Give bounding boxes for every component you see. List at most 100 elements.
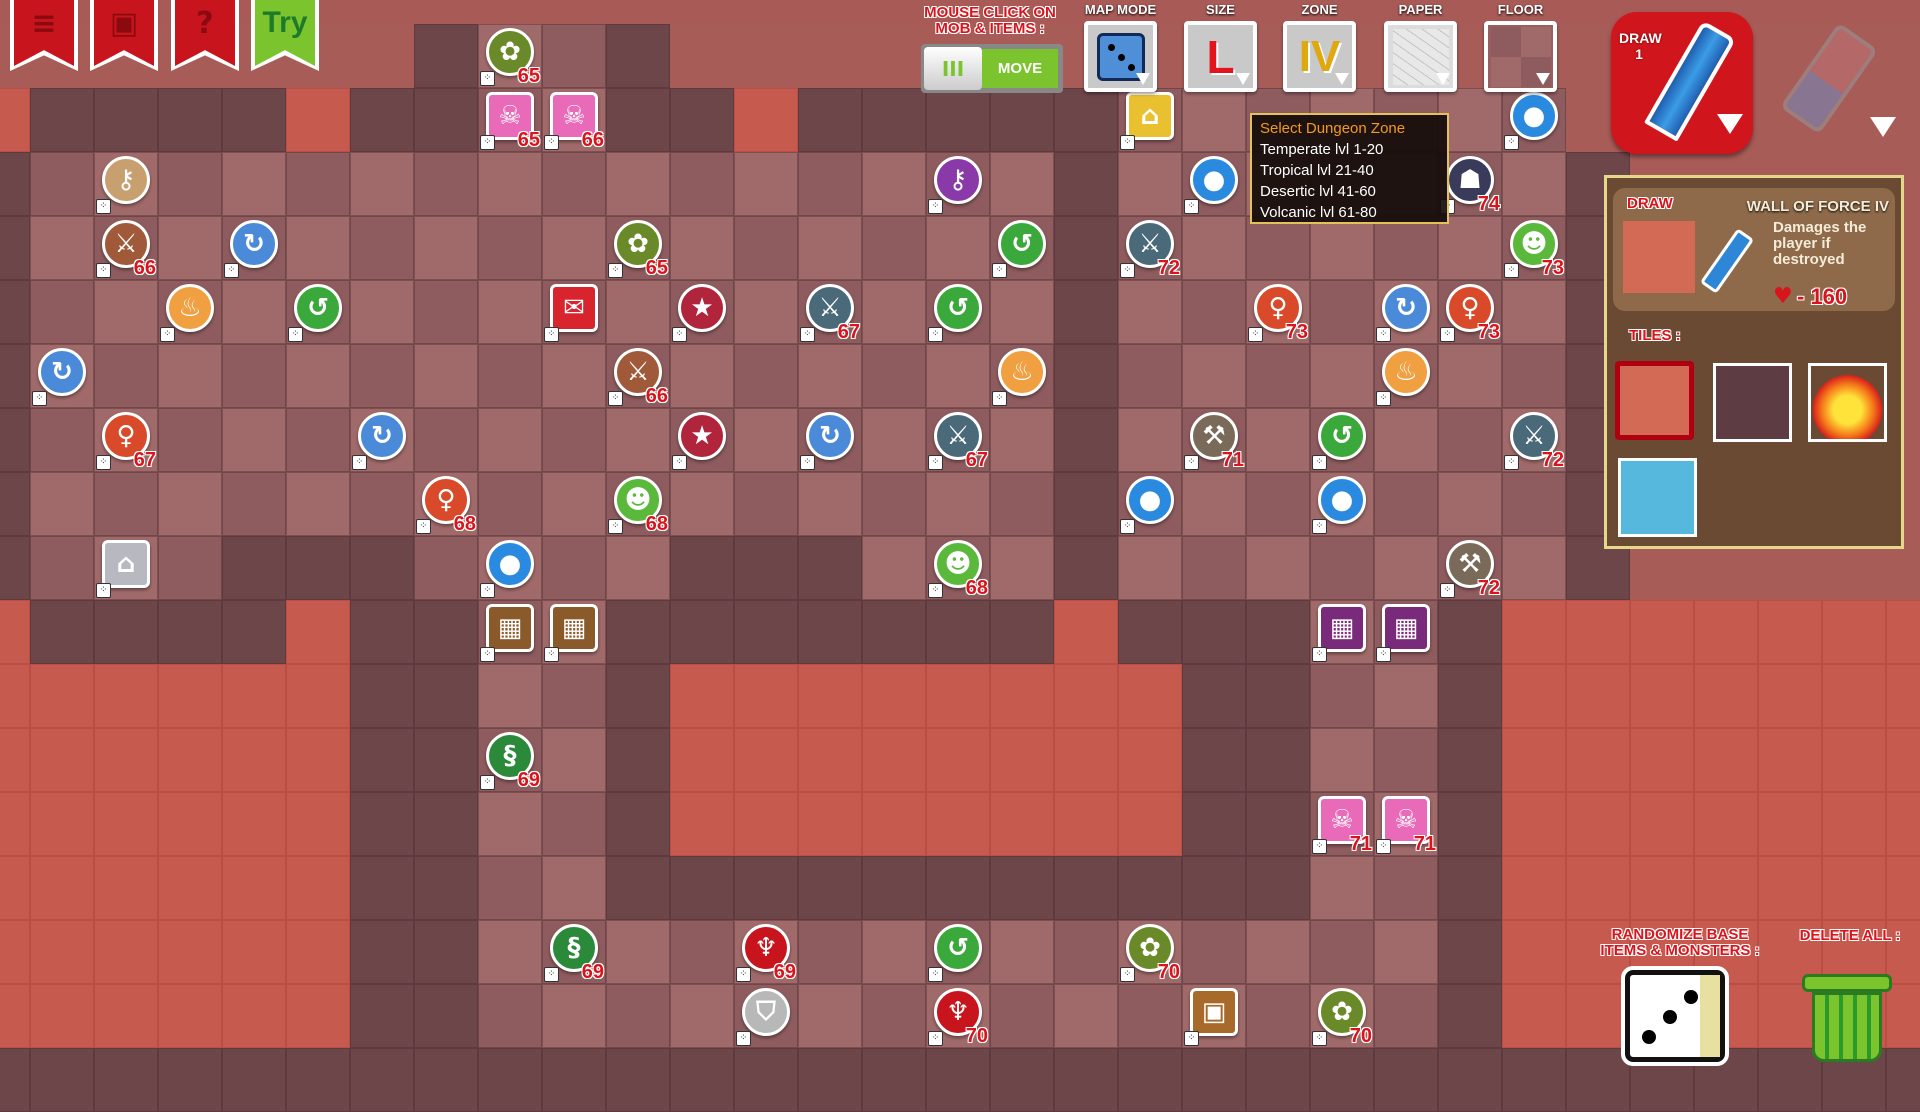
floor-tile[interactable] (30, 152, 94, 216)
floor-tile[interactable] (414, 344, 478, 408)
floor-tile[interactable] (1310, 728, 1374, 792)
wall-tile[interactable] (1886, 600, 1920, 664)
wall-tile[interactable] (222, 728, 286, 792)
wall-tile[interactable] (94, 664, 158, 728)
entity-purple-door[interactable]: ▦ ⁘ (1374, 600, 1438, 664)
wall-tile[interactable] (0, 664, 30, 728)
wall-tile[interactable] (1822, 792, 1886, 856)
wall-tile[interactable] (1438, 984, 1502, 1048)
entity-pentagram[interactable]: ★ ⁘ (670, 280, 734, 344)
wall-tile[interactable] (1054, 536, 1118, 600)
entity-fire-woman[interactable]: ♀ ⁘ 73 (1438, 280, 1502, 344)
entity-pink-chest[interactable]: ☠ ⁘ 71 (1310, 792, 1374, 856)
wall-tile[interactable] (222, 600, 286, 664)
wall-tile[interactable] (158, 856, 222, 920)
wall-tile[interactable] (94, 792, 158, 856)
entity-blue-swirl[interactable]: ↻ ⁘ (350, 408, 414, 472)
wall-tile[interactable] (1694, 792, 1758, 856)
wall-tile[interactable] (734, 24, 798, 88)
floor-tile[interactable] (350, 344, 414, 408)
floor-tile[interactable] (414, 280, 478, 344)
wall-tile[interactable] (30, 88, 94, 152)
wall-tile[interactable] (0, 792, 30, 856)
wall-tile[interactable] (350, 984, 414, 1048)
floor-tile[interactable] (542, 856, 606, 920)
wall-tile[interactable] (286, 792, 350, 856)
paper-dropdown[interactable] (1384, 21, 1457, 92)
wall-tile[interactable] (1246, 792, 1310, 856)
floor-tile[interactable] (1246, 472, 1310, 536)
wall-tile[interactable] (1822, 856, 1886, 920)
wall-tile[interactable] (862, 88, 926, 152)
floor-tile[interactable] (670, 920, 734, 984)
floor-tile[interactable] (1310, 216, 1374, 280)
floor-tile[interactable] (478, 792, 542, 856)
floor-tile[interactable] (478, 664, 542, 728)
wall-tile[interactable] (670, 24, 734, 88)
wall-tile[interactable] (862, 600, 926, 664)
floor-tile[interactable] (1374, 536, 1438, 600)
entity-pink-chest[interactable]: ☠ ⁘ 71 (1374, 792, 1438, 856)
wall-tile[interactable] (542, 1048, 606, 1112)
entity-shop[interactable]: ⌂ ⁘ (1118, 88, 1182, 152)
wall-tile[interactable] (670, 664, 734, 728)
wall-tile[interactable] (414, 856, 478, 920)
wall-tile[interactable] (990, 792, 1054, 856)
wall-tile[interactable] (734, 856, 798, 920)
wall-tile[interactable] (0, 536, 30, 600)
wall-tile[interactable] (0, 728, 30, 792)
wall-tile[interactable] (734, 88, 798, 152)
wall-tile[interactable] (94, 728, 158, 792)
wall-tile[interactable] (1374, 1048, 1438, 1112)
wall-tile[interactable] (862, 792, 926, 856)
wall-tile[interactable] (606, 728, 670, 792)
wall-tile[interactable] (1246, 856, 1310, 920)
floor-tile[interactable] (1438, 216, 1502, 280)
floor-tile[interactable] (222, 408, 286, 472)
floor-tile[interactable] (222, 344, 286, 408)
floor-tile[interactable] (1118, 536, 1182, 600)
wall-tile[interactable] (0, 216, 30, 280)
wall-tile[interactable] (1438, 600, 1502, 664)
entity-blue-drop[interactable]: ● ⁘ (1310, 472, 1374, 536)
wall-tile[interactable] (0, 408, 30, 472)
entity-pink-chest[interactable]: ☠ ⁘ 65 (478, 88, 542, 152)
floor-tile[interactable] (158, 408, 222, 472)
floor-tile[interactable] (1502, 152, 1566, 216)
wall-tile[interactable] (1438, 728, 1502, 792)
floor-tile[interactable] (542, 24, 606, 88)
wall-tile[interactable] (286, 536, 350, 600)
floor-tile[interactable] (798, 152, 862, 216)
wall-tile[interactable] (1054, 856, 1118, 920)
wall-tile[interactable] (1054, 280, 1118, 344)
floor-tile[interactable] (1374, 856, 1438, 920)
entity-pentagram[interactable]: ★ ⁘ (670, 408, 734, 472)
wall-tile[interactable] (606, 792, 670, 856)
tile-option-water[interactable] (1618, 458, 1697, 537)
floor-tile[interactable] (990, 472, 1054, 536)
floor-tile[interactable] (1374, 472, 1438, 536)
wall-tile[interactable] (670, 792, 734, 856)
wall-tile[interactable] (1758, 728, 1822, 792)
wall-tile[interactable] (1566, 600, 1630, 664)
wall-tile[interactable] (30, 856, 94, 920)
wall-tile[interactable] (222, 536, 286, 600)
wall-tile[interactable] (734, 664, 798, 728)
floor-tile[interactable] (606, 152, 670, 216)
floor-tile[interactable] (1374, 408, 1438, 472)
wall-tile[interactable] (606, 856, 670, 920)
floor-tile[interactable] (990, 984, 1054, 1048)
wall-tile[interactable] (862, 728, 926, 792)
wall-tile[interactable] (1054, 152, 1118, 216)
wall-tile[interactable] (1438, 664, 1502, 728)
wall-tile[interactable] (286, 856, 350, 920)
wall-tile[interactable] (734, 1048, 798, 1112)
wall-tile[interactable] (414, 728, 478, 792)
wall-tile[interactable] (94, 856, 158, 920)
wall-tile[interactable] (222, 984, 286, 1048)
wall-tile[interactable] (350, 1048, 414, 1112)
wall-tile[interactable] (1822, 728, 1886, 792)
floor-tile[interactable] (1374, 920, 1438, 984)
wall-tile[interactable] (286, 88, 350, 152)
wall-tile[interactable] (0, 1048, 30, 1112)
